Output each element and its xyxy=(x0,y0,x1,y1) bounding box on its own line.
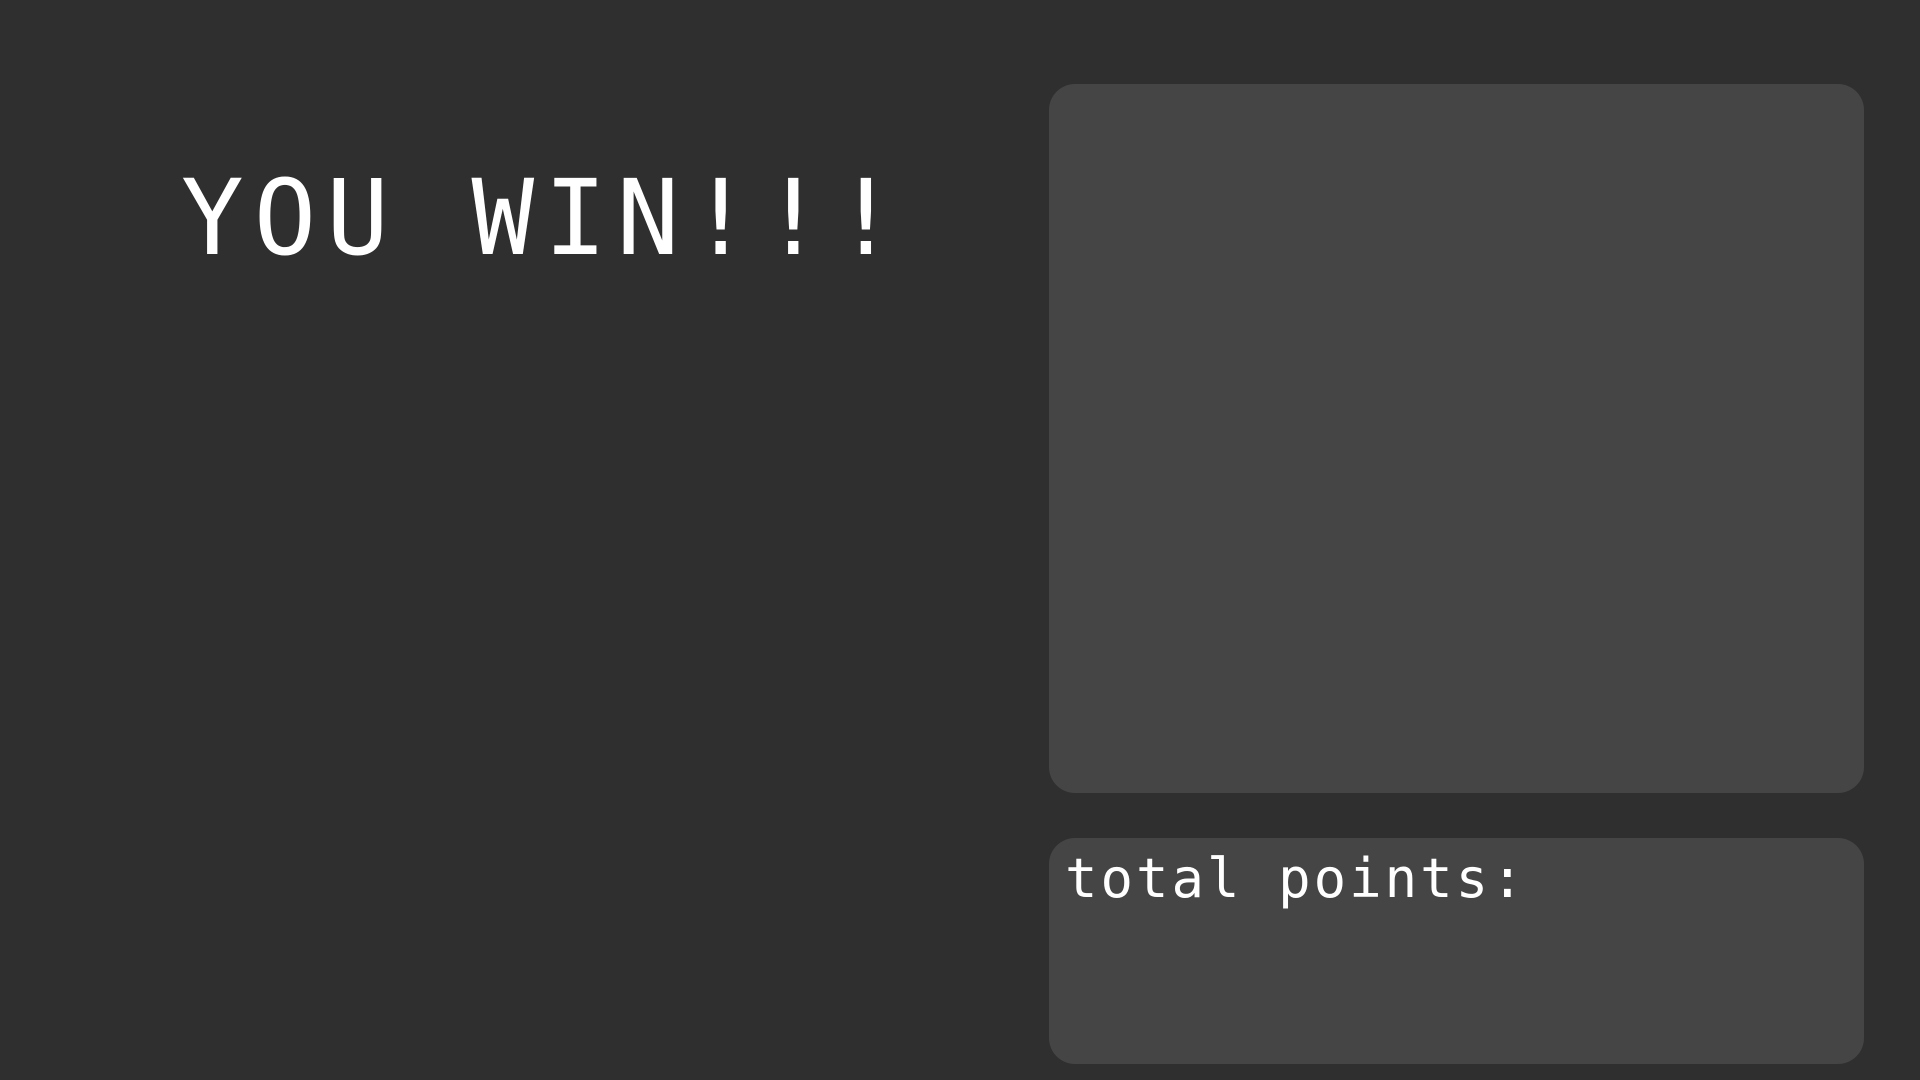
win-title: YOU WIN!!! xyxy=(181,157,908,279)
win-screen: YOU WIN!!! total points: xyxy=(0,0,1920,1080)
total-points-panel: total points: xyxy=(1049,838,1864,1064)
result-panel xyxy=(1049,84,1864,793)
total-points-label: total points: xyxy=(1065,847,1527,910)
